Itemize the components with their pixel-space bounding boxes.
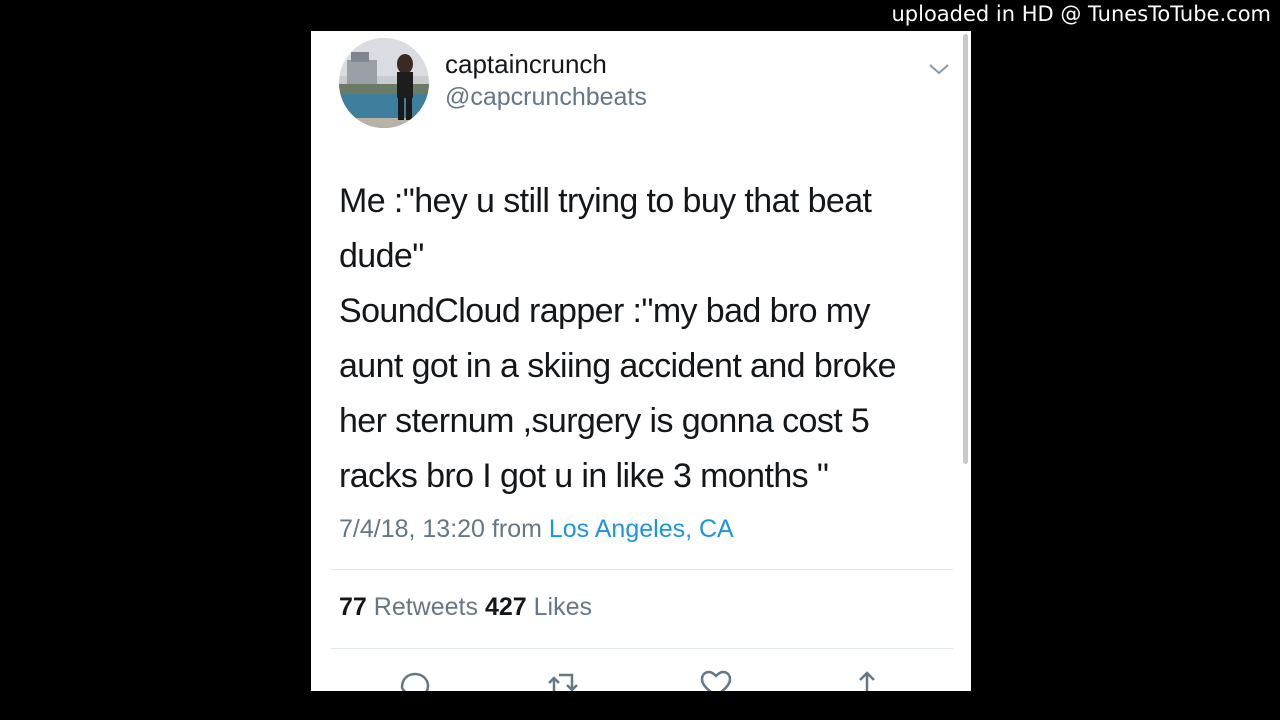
share-icon[interactable] <box>849 669 885 691</box>
retweets-count: 77 <box>339 593 367 621</box>
display-name[interactable]: captaincrunch <box>445 49 607 80</box>
tweet-location-link[interactable]: Los Angeles, CA <box>549 515 734 543</box>
from-label: from <box>491 515 542 543</box>
divider <box>331 569 953 570</box>
retweets-stat[interactable]: 77 Retweets <box>339 593 478 621</box>
tweet-stats: 77 Retweets 427 Likes <box>339 593 592 622</box>
tweet-timestamp: 7/4/18, 13:20 <box>339 515 485 543</box>
avatar-photo <box>339 38 429 128</box>
scrollbar[interactable] <box>963 34 968 464</box>
tweet-meta: 7/4/18, 13:20 from Los Angeles, CA <box>339 515 734 544</box>
divider <box>331 648 953 649</box>
likes-label: Likes <box>533 593 592 621</box>
likes-stat[interactable]: 427 Likes <box>485 593 592 621</box>
tweet-card: captaincrunch @capcrunchbeats Me :"hey u… <box>311 31 971 691</box>
user-handle[interactable]: @capcrunchbeats <box>445 83 647 112</box>
likes-count: 427 <box>484 593 527 621</box>
watermark-text: uploaded in HD @ TunesToTube.com <box>891 2 1271 26</box>
tweet-text: Me :"hey u still trying to buy that beat… <box>339 182 896 495</box>
like-icon[interactable] <box>698 669 734 691</box>
retweet-icon[interactable] <box>545 669 581 691</box>
chevron-down-icon[interactable] <box>927 61 951 77</box>
retweets-label: Retweets <box>373 593 478 621</box>
reply-icon[interactable] <box>397 669 433 691</box>
avatar[interactable] <box>339 38 429 128</box>
